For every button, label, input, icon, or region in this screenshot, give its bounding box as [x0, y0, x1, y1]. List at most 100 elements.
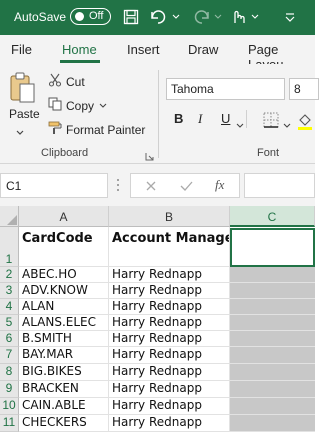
cell-c1-selected[interactable]	[230, 228, 315, 267]
cell-c7[interactable]	[230, 347, 315, 364]
cell-c10[interactable]	[230, 398, 315, 415]
insert-function-button[interactable]: fx	[215, 177, 224, 193]
cell-a9[interactable]: BRACKEN	[19, 381, 109, 398]
paste-dropdown-icon[interactable]	[16, 123, 24, 141]
autosave-toggle-label: Off	[89, 10, 104, 22]
column-header-a[interactable]: A	[19, 206, 109, 227]
touch-mode-icon[interactable]	[228, 6, 262, 28]
cell-a3[interactable]: ADV.KNOW	[19, 283, 109, 299]
autosave-label: AutoSave	[14, 10, 67, 24]
cell-a2[interactable]: ABEC.HO	[19, 267, 109, 283]
formula-input[interactable]	[244, 173, 315, 198]
active-tab-indicator	[60, 60, 100, 63]
tab-file[interactable]: File	[11, 42, 32, 57]
cell-a4[interactable]: ALAN	[19, 299, 109, 315]
row-header-4[interactable]: 4	[0, 299, 19, 315]
cell-b11[interactable]: Harry Rednapp	[109, 415, 230, 432]
enter-icon[interactable]	[180, 179, 193, 197]
bold-button[interactable]: B	[174, 111, 183, 126]
cell-b7[interactable]: Harry Rednapp	[109, 347, 230, 364]
row-header-1[interactable]: 1	[0, 227, 19, 267]
row-header-7[interactable]: 7	[0, 347, 19, 364]
cell-c4[interactable]	[230, 299, 315, 315]
toggle-knob	[75, 12, 84, 21]
borders-icon[interactable]	[263, 112, 279, 133]
format-painter-button[interactable]: Format Painter	[48, 121, 145, 138]
name-box-value: C1	[6, 179, 22, 193]
formula-buttons: fx	[130, 173, 240, 198]
row-header-3[interactable]: 3	[0, 283, 19, 299]
row-header-8[interactable]: 8	[0, 364, 19, 381]
cell-a10[interactable]: CAIN.ABLE	[19, 398, 109, 415]
cell-b4[interactable]: Harry Rednapp	[109, 299, 230, 315]
undo-icon[interactable]	[148, 6, 182, 28]
column-header-c[interactable]: C	[230, 206, 315, 227]
font-size-box[interactable]: 8	[289, 78, 319, 100]
cell-b6[interactable]: Harry Rednapp	[109, 331, 230, 347]
cell-a1[interactable]: CardCode	[19, 227, 109, 267]
select-all-corner[interactable]	[0, 206, 19, 227]
cell-a11[interactable]: CHECKERS	[19, 415, 109, 432]
cell-c8[interactable]	[230, 364, 315, 381]
row-header-6[interactable]: 6	[0, 331, 19, 347]
font-name-value: Tahoma	[171, 82, 214, 96]
italic-button[interactable]: I	[198, 111, 202, 127]
row-header-9[interactable]: 9	[0, 381, 19, 398]
customize-toolbar-icon[interactable]	[280, 6, 300, 28]
ribbon: Paste Cut Copy Format Painter Clipboard …	[0, 64, 319, 164]
tab-insert[interactable]: Insert	[127, 42, 160, 57]
clipboard-group-label: Clipboard	[41, 147, 89, 159]
cut-label: Cut	[66, 74, 85, 89]
scissors-icon	[48, 73, 62, 90]
tab-draw[interactable]: Draw	[188, 42, 218, 57]
save-icon[interactable]	[121, 6, 141, 28]
cell-b9[interactable]: Harry Rednapp	[109, 381, 230, 398]
underline-button[interactable]: U	[221, 111, 230, 126]
cell-c2[interactable]	[230, 267, 315, 283]
format-painter-label: Format Painter	[66, 122, 146, 137]
cell-a7[interactable]: BAY.MAR	[19, 347, 109, 364]
copy-icon	[48, 97, 62, 114]
formula-bar: C1 fx	[0, 164, 315, 206]
redo-icon[interactable]	[190, 6, 224, 28]
font-name-box[interactable]: Tahoma	[166, 78, 285, 100]
chevron-down-icon[interactable]	[98, 99, 108, 113]
paste-button[interactable]: Paste	[9, 107, 40, 121]
cell-b2[interactable]: Harry Rednapp	[109, 267, 230, 283]
cell-a5[interactable]: ALANS.ELEC	[19, 315, 109, 331]
row-header-11[interactable]: 11	[0, 415, 19, 432]
column-header-b[interactable]: B	[109, 206, 230, 227]
cell-b8[interactable]: Harry Rednapp	[109, 364, 230, 381]
cell-c5[interactable]	[230, 315, 315, 331]
paintbrush-icon	[48, 121, 62, 138]
ribbon-divider	[246, 110, 247, 128]
cell-c11[interactable]	[230, 415, 315, 432]
row-header-10[interactable]: 10	[0, 398, 19, 415]
cell-b10[interactable]: Harry Rednapp	[109, 398, 230, 415]
cut-button[interactable]: Cut	[48, 73, 85, 90]
cell-a8[interactable]: BIG.BIKES	[19, 364, 109, 381]
cell-a6[interactable]: B.SMITH	[19, 331, 109, 347]
borders-dropdown-icon[interactable]	[283, 116, 291, 134]
font-group-label: Font	[257, 147, 280, 159]
ribbon-tabs: File Home Insert Draw Page Layou	[0, 35, 315, 72]
vertical-ellipsis-icon	[116, 176, 120, 199]
paste-icon[interactable]	[9, 71, 37, 110]
title-bar: AutoSave Off	[0, 0, 315, 35]
ribbon-group-divider	[158, 70, 159, 158]
row-header-5[interactable]: 5	[0, 315, 19, 331]
copy-button[interactable]: Copy	[48, 97, 108, 114]
fill-color-icon[interactable]	[297, 112, 313, 135]
cell-b3[interactable]: Harry Rednapp	[109, 283, 230, 299]
name-box[interactable]: C1	[0, 173, 108, 198]
underline-dropdown-icon[interactable]	[236, 116, 244, 134]
autosave-toggle[interactable]: Off	[70, 8, 111, 25]
cell-c3[interactable]	[230, 283, 315, 299]
cell-b5[interactable]: Harry Rednapp	[109, 315, 230, 331]
cell-c9[interactable]	[230, 381, 315, 398]
cancel-icon[interactable]	[145, 179, 157, 197]
tab-home[interactable]: Home	[62, 42, 97, 57]
row-header-2[interactable]: 2	[0, 267, 19, 283]
cell-c6[interactable]	[230, 331, 315, 347]
cell-b1[interactable]: Account Manager	[109, 227, 230, 267]
